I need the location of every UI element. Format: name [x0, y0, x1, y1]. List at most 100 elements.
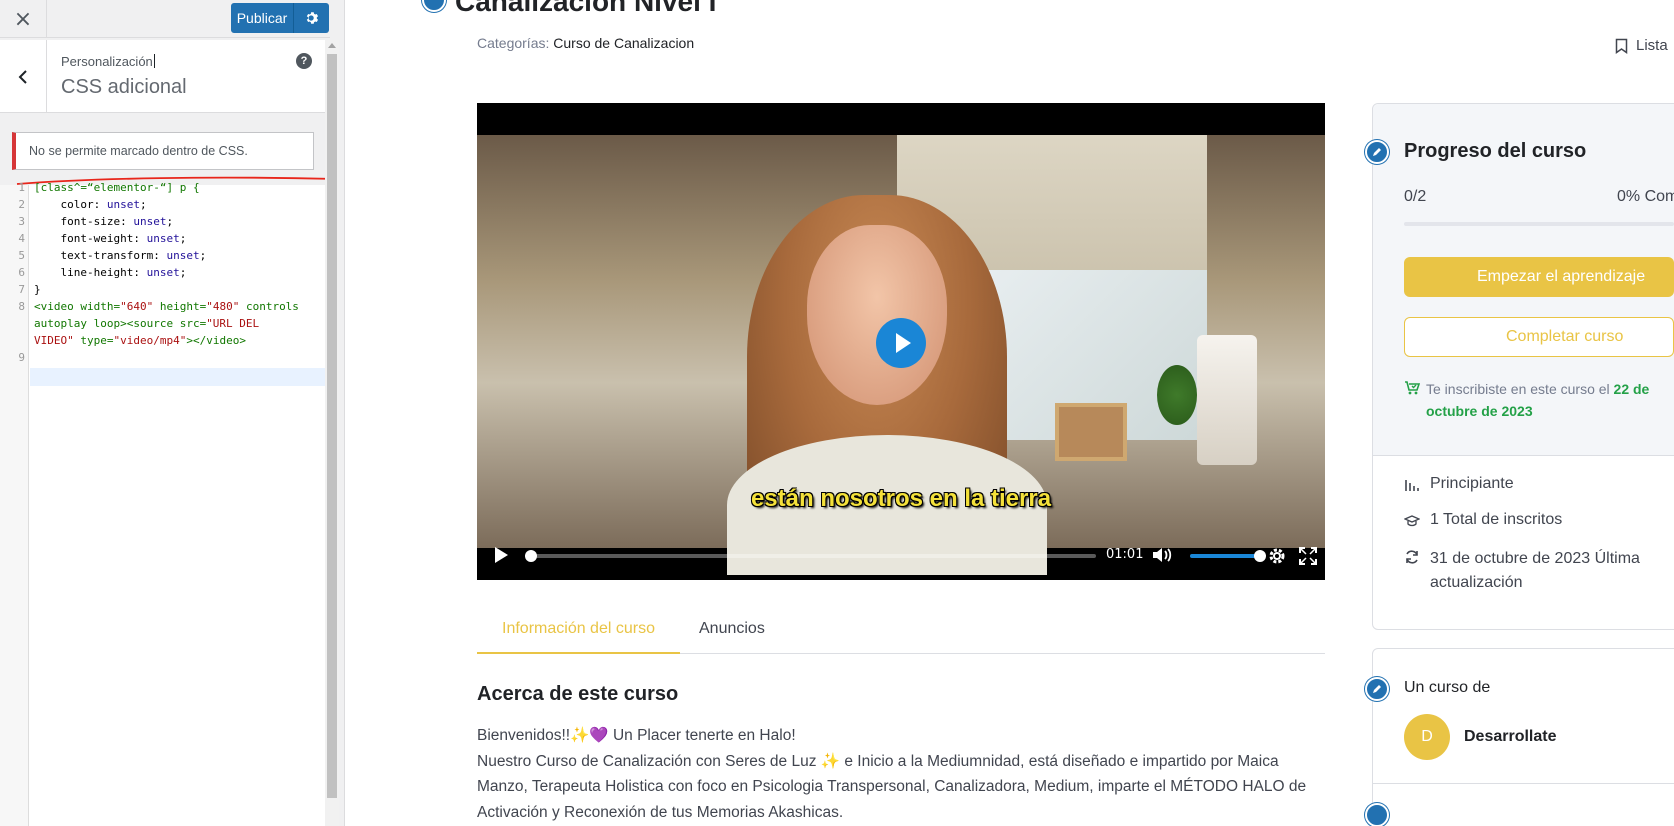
code-token: height=	[153, 300, 207, 313]
customizer-sidebar: × Publicar Personalización CSS adicional…	[0, 0, 345, 826]
code-line[interactable]: VIDEO" type="video/mp4"></video>	[34, 332, 246, 350]
tab-course-info[interactable]: Información del curso	[477, 620, 680, 654]
settings-gear-icon[interactable]	[1267, 546, 1287, 566]
photo-frame	[1055, 403, 1127, 461]
code-token: ;	[179, 232, 187, 245]
volume-knob[interactable]	[1254, 550, 1267, 562]
complete-course-button[interactable]: Completar curso	[1404, 317, 1674, 357]
line-number: 4	[18, 232, 25, 245]
course-progress-card: Progreso del curso 0/2 0% Completo Empez…	[1365, 103, 1674, 630]
line-number-gutter: 1 2 3 4 5 6 7 8 9	[0, 181, 29, 826]
scroll-up-arrow-icon[interactable]	[328, 43, 336, 48]
edit-shortcut-pencil-icon[interactable]	[1365, 677, 1389, 701]
section-title: CSS adicional	[61, 76, 187, 98]
code-line[interactable]: line-height: unset;	[34, 264, 186, 282]
scrollbar-thumb[interactable]	[327, 54, 337, 798]
code-token: color:	[34, 198, 107, 211]
publish-button[interactable]: Publicar	[231, 3, 293, 33]
enrollment-info: Te inscribiste en este curso el 22 de oc…	[1426, 378, 1674, 422]
customizer-header: × Publicar	[0, 0, 330, 38]
volume-icon[interactable]	[1151, 545, 1173, 565]
author-heading: Un curso de	[1404, 679, 1491, 696]
code-line[interactable]: autoplay loop><source src="URL DEL	[34, 315, 259, 333]
progress-percent: 0% Completo	[1617, 188, 1674, 205]
code-line[interactable]: <video width="640" height="480" controls	[34, 298, 299, 316]
enrollment-label: Te inscribiste en este curso el	[1426, 381, 1610, 397]
code-token: ;	[166, 215, 174, 228]
wishlist-button[interactable]: Lista	[1615, 37, 1668, 54]
categories-label: Categorías:	[477, 35, 550, 51]
progress-count: 0/2	[1404, 188, 1427, 205]
code-line[interactable]: font-size: unset;	[34, 213, 173, 231]
graduation-cap-icon	[1404, 515, 1420, 527]
avatar[interactable]: D	[1404, 714, 1450, 760]
back-button[interactable]	[0, 40, 47, 113]
code-token: font-size:	[34, 215, 134, 228]
code-token: VIDEO"	[34, 334, 74, 347]
video-time: 01:01	[1106, 547, 1144, 562]
code-line[interactable]: text-transform: unset;	[34, 247, 206, 265]
publish-settings-gear-icon[interactable]	[293, 3, 329, 33]
fullscreen-icon[interactable]	[1299, 547, 1317, 565]
site-preview: Canalización Nivel I Categorías: Curso d…	[345, 0, 1674, 826]
author-name[interactable]: Desarrollate	[1464, 728, 1557, 746]
category-link[interactable]: Curso de Canalizacion	[553, 35, 694, 51]
volume-slider[interactable]	[1190, 554, 1258, 558]
error-notice: No se permite marcado dentro de CSS.	[12, 132, 314, 170]
start-learning-button[interactable]: Empezar el aprendizaje	[1404, 257, 1674, 297]
plant	[1157, 365, 1197, 425]
last-updated: 31 de octubre de 2023 Última actualizaci…	[1430, 550, 1640, 591]
code-line[interactable]: color: unset;	[34, 196, 146, 214]
edit-shortcut-pencil-icon[interactable]	[1365, 140, 1389, 164]
line-number: 7	[18, 283, 25, 296]
code-line[interactable]: [class^=“elementor-“] p {	[34, 179, 200, 197]
progress-title: Progreso del curso	[1404, 140, 1587, 162]
divider	[1373, 783, 1674, 784]
code-token: unset	[166, 249, 200, 262]
video-progress-bar[interactable]	[530, 554, 1096, 558]
close-customizer-button[interactable]: ×	[0, 0, 47, 38]
edit-shortcut-pencil-icon[interactable]	[422, 0, 446, 12]
css-code-editor[interactable]: 1 2 3 4 5 6 7 8 9 [class^=“elementor-“] p { colo…	[0, 181, 325, 826]
code-token: <video width=	[34, 300, 121, 313]
code-token: autoplay loop><source src=	[34, 317, 207, 330]
code-token: ></video>	[186, 334, 246, 347]
big-play-button[interactable]	[876, 318, 926, 368]
help-icon[interactable]: ?	[296, 53, 312, 69]
code-token: "video/mp4"	[113, 334, 187, 347]
cart-check-icon	[1405, 381, 1420, 395]
bookmark-icon	[1615, 38, 1628, 54]
enrolled-count: 1 Total de inscritos	[1430, 511, 1563, 528]
video-controls: 01:01	[477, 535, 1325, 575]
code-token: ;	[179, 266, 187, 279]
lantern	[1197, 335, 1257, 465]
video-progress-knob[interactable]	[525, 550, 537, 562]
sidebar-scrollbar[interactable]	[325, 40, 339, 826]
code-token: "480"	[206, 300, 240, 313]
section-header: Personalización CSS adicional ?	[0, 40, 330, 113]
code-line[interactable]: }	[34, 281, 41, 299]
code-token: line-height:	[34, 266, 147, 279]
code-token: type=	[73, 334, 114, 347]
line-number: 2	[18, 198, 25, 211]
course-video-player[interactable]: están nosotros en la tierra 01:01	[477, 103, 1325, 580]
code-line[interactable]: font-weight: unset;	[34, 230, 186, 248]
about-line-1: Bienvenidos!!✨💜 Un Placer tenerte en Hal…	[477, 727, 796, 744]
line-number: 8	[18, 300, 25, 313]
play-icon[interactable]	[495, 547, 508, 563]
code-token: "URL DEL	[206, 317, 260, 330]
code-token: }	[34, 283, 41, 296]
video-subtitle: están nosotros en la tierra	[750, 485, 1052, 512]
wishlist-label: Lista	[1636, 37, 1668, 54]
chevron-left-icon	[18, 69, 27, 84]
tab-announcements[interactable]: Anuncios	[699, 620, 765, 654]
level-bars-icon	[1405, 480, 1419, 491]
code-token: font-weight:	[34, 232, 147, 245]
about-heading: Acerca de este curso	[477, 683, 679, 705]
line-number: 9	[18, 351, 25, 364]
course-tabs: Información del curso Anuncios	[477, 612, 1325, 654]
code-token: unset	[106, 198, 140, 211]
edit-shortcut-pencil-icon[interactable]	[1365, 803, 1389, 826]
code-token: "640"	[120, 300, 154, 313]
course-author-card: Un curso de D Desarrollate	[1365, 648, 1674, 826]
